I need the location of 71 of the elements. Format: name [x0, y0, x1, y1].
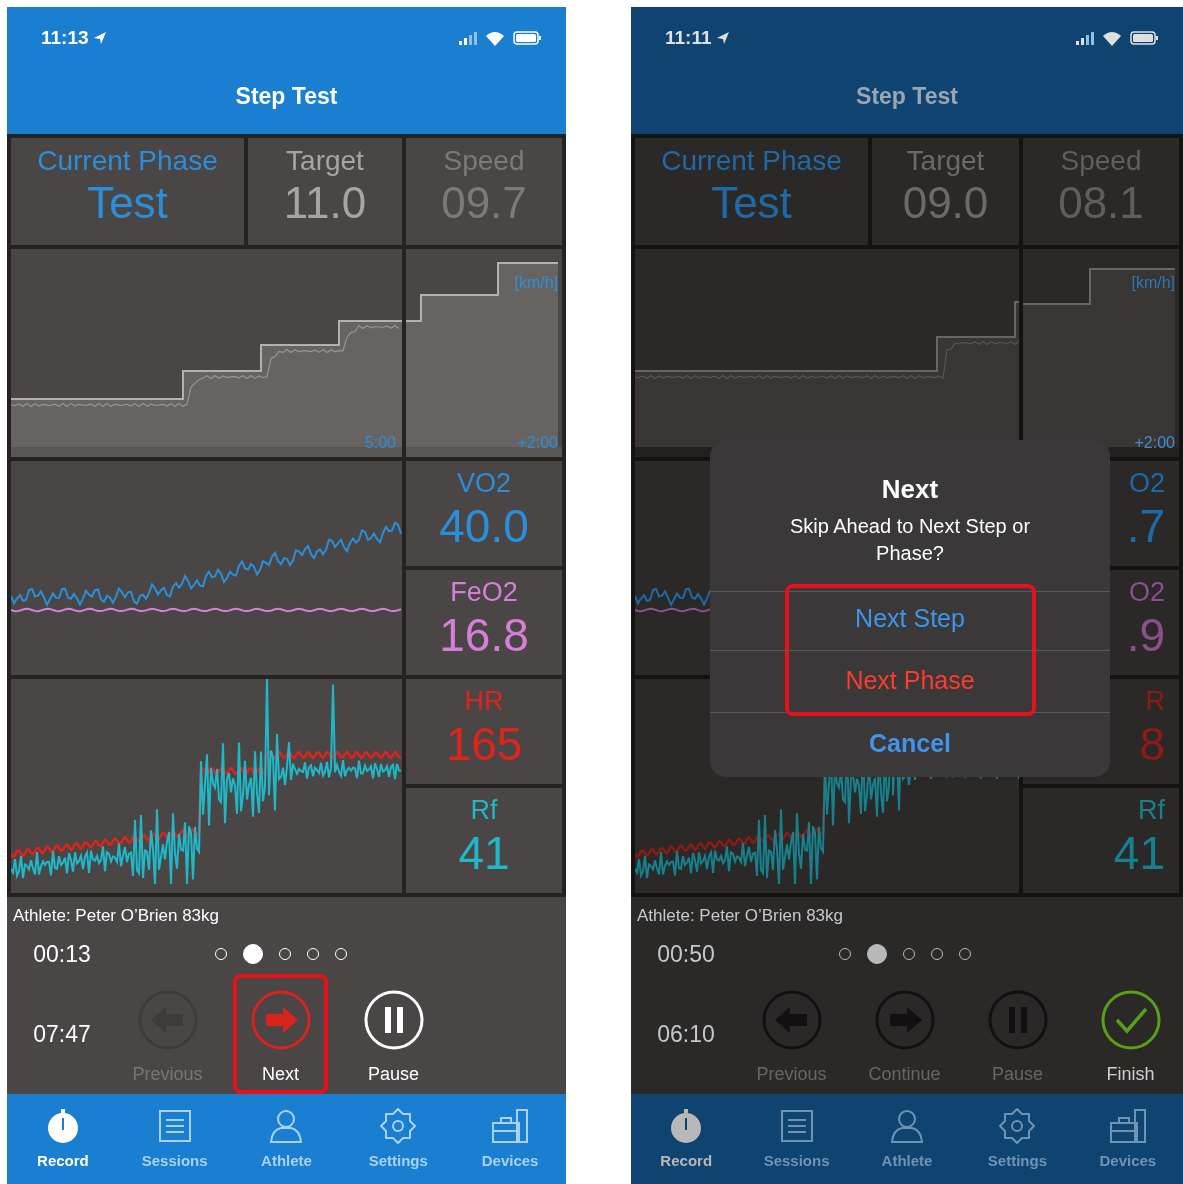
dialog-message: Skip Ahead to Next Step or Phase? — [788, 514, 1032, 566]
finish-button[interactable]: Finish — [1083, 974, 1178, 1095]
tab-bar-item[interactable]: Athlete — [230, 1094, 343, 1184]
settings-icon — [378, 1105, 419, 1146]
checkmark-icon — [1099, 989, 1162, 1052]
metric-label: FeO2 — [450, 575, 518, 609]
signal-icon — [459, 31, 477, 45]
battery-icon — [1130, 31, 1159, 45]
metric-value: 8 — [1139, 717, 1165, 773]
next-button[interactable]: Next — [233, 974, 328, 1095]
athlete-info: Athlete: Peter O’Brien 83kg — [13, 904, 220, 927]
header-label: Current Phase — [37, 143, 218, 178]
settings-icon — [997, 1105, 1038, 1146]
metric-label: O2 — [1128, 466, 1165, 500]
metric-label: R — [1145, 684, 1165, 718]
metric-value: 16.8 — [439, 608, 529, 664]
tab-bar-item[interactable]: Settings — [342, 1094, 455, 1184]
header-label: Target — [286, 143, 364, 178]
metric-label: VO2 — [457, 466, 511, 500]
pause-button[interactable]: Pause — [346, 974, 441, 1095]
pause-icon — [362, 989, 425, 1052]
tab-bar-item[interactable]: Sessions — [118, 1094, 231, 1184]
dialog-action[interactable]: Next Phase — [788, 650, 1032, 712]
tab-bar-item[interactable]: Sessions — [741, 1094, 852, 1184]
screen-title: Step Test — [234, 82, 339, 111]
status-time: 11:13 — [41, 25, 89, 50]
wifi-icon — [485, 30, 505, 46]
location-arrow-icon — [715, 31, 730, 45]
header-value: 09.0 — [902, 177, 989, 230]
metric-label: HR — [464, 684, 504, 718]
metric-value: 41 — [458, 826, 510, 882]
time-axis-label: 5:00 — [364, 432, 396, 453]
unit-label: [km/h] — [514, 272, 558, 293]
remaining-time: 07:47 — [32, 1020, 92, 1050]
signal-icon — [1076, 31, 1094, 45]
header-label: Target — [906, 143, 985, 178]
header-value: 11.0 — [283, 177, 367, 230]
wifi-icon — [1102, 30, 1122, 46]
metric-value: .9 — [1126, 608, 1165, 664]
elapsed-time: 00:13 — [32, 940, 92, 970]
metric-label: Rf — [470, 793, 498, 827]
tab-bar-item[interactable]: Athlete — [851, 1094, 963, 1184]
remaining-time: 06:10 — [656, 1020, 716, 1050]
time-axis-label: +2:00 — [1134, 432, 1175, 453]
dialog-action[interactable]: Next Step — [788, 588, 1032, 650]
tab-bar-item[interactable]: Settings — [962, 1094, 1073, 1184]
header-value: Test — [87, 177, 168, 230]
metric-label: O2 — [1128, 575, 1165, 609]
metric-value: 41 — [1113, 826, 1165, 882]
metric-value: .7 — [1126, 499, 1165, 555]
screen-title: Step Test — [855, 82, 959, 111]
athlete-info: Athlete: Peter O’Brien 83kg — [637, 904, 844, 927]
pause-icon — [986, 989, 1049, 1052]
dialog-action[interactable]: Cancel — [710, 713, 1110, 775]
location-arrow-icon — [92, 31, 107, 45]
metric-label: Rf — [1138, 793, 1165, 827]
header-value: Test — [711, 177, 792, 230]
tab-bar-item[interactable]: Record — [7, 1094, 119, 1184]
tab-bar-item[interactable]: Record — [631, 1094, 742, 1184]
battery-icon — [513, 31, 542, 45]
header-label: Current Phase — [661, 143, 842, 178]
page-dot[interactable] — [866, 944, 887, 965]
dialog-title: Next — [880, 473, 940, 506]
time-axis-label: +2:00 — [517, 432, 558, 453]
tab-bar-item[interactable]: Devices — [454, 1094, 566, 1184]
metric-value: 165 — [445, 717, 523, 773]
tab-bar-item[interactable]: Devices — [1072, 1094, 1183, 1184]
status-time: 11:11 — [665, 25, 712, 50]
elapsed-time: 00:50 — [656, 940, 716, 970]
metric-value: 40.0 — [439, 499, 529, 555]
unit-label: [km/h] — [1131, 272, 1175, 293]
